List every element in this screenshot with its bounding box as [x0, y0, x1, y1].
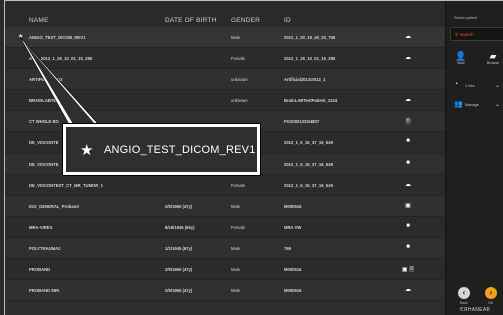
patient-name: BRAINLABTEST	[29, 98, 62, 104]
table-row[interactable]: IGG_GENERAL_Proband 2/9/1960 (47y) Male …	[5, 195, 445, 217]
patient-name: POLYTRAUMA2	[29, 245, 61, 251]
patient-dob: 1/1/1945 (67y)	[165, 245, 193, 251]
patient-id: 2012_1_6_15_37_16_549	[284, 140, 333, 146]
patient-gender: Male	[231, 245, 241, 251]
patient-dob: 2/9/1960 (47y)	[165, 267, 193, 273]
callout-patient-name: ANGIO_TEST_DICOM_REV1	[104, 144, 256, 156]
table-row[interactable]: PROBAND 2/9/1960 (47y) Male M000516 ▣ 🗎	[5, 259, 445, 281]
patient-id: 2012_1_20_16_40_20_756	[284, 35, 336, 40]
cloud-icon: ☁	[405, 181, 411, 188]
manage-dropdown[interactable]: 👥 Manage ⌄	[454, 100, 502, 110]
browse-button-label: Browse	[487, 61, 499, 65]
side-panel: Select patient ⚲ Search 👤 New ▰ Browse ◔…	[445, 1, 503, 315]
table-row[interactable]: MRA-VIRES 8/18/1946 (65y) Female MRA VW …	[5, 216, 445, 238]
patient-id: MRA VW	[284, 224, 302, 230]
patient-name: ANGIO_TEST_DICOM_REV1	[29, 35, 86, 40]
cloud-icon: ☁	[405, 287, 411, 294]
side-panel-label: Select patient	[454, 16, 478, 20]
search-text: Search	[459, 32, 474, 37]
patient-name: IGG_GENERAL_Proband	[29, 203, 79, 209]
patient-gender: Male	[231, 288, 241, 294]
table-row[interactable]: BRAINLABTEST unknown BrainLABTestPatient…	[5, 90, 445, 112]
star-icon: ★	[80, 142, 94, 159]
table-row[interactable]: DE_VISCONTEST_CT_MR_TUMOR_1 Female 2012_…	[5, 174, 445, 196]
patient-name: DE_VISCONTEST_CT_MR_TUMOR_1	[29, 182, 103, 188]
next-button-label: OK	[488, 301, 494, 305]
patient-id: 2012_1_6_15_37_16_549	[284, 182, 333, 188]
patient-gender: Male	[231, 267, 241, 273]
patient-id: 2012_1_6_15_37_16_549	[284, 161, 333, 167]
cloud-icon: ☁	[405, 97, 411, 104]
patient-id: Artificial2012ct012_1	[284, 77, 326, 83]
folder-icon: ▰	[489, 51, 497, 61]
star-icon[interactable]: ★	[18, 33, 23, 40]
table-row[interactable]: POLYTRAUMA2 1/1/1945 (67y) Male 769 ■	[5, 237, 445, 260]
people-icon: 👥	[454, 101, 463, 108]
cloud-icon: ☁	[405, 55, 411, 62]
table-row[interactable]: AN__ 2012_1_26_10_01_15_285 Female 2012_…	[5, 48, 445, 70]
patient-name: AN__ 2012_1_26_10_01_15_285	[29, 56, 93, 62]
patient-name: ARTIFICIA_ 2012	[29, 77, 63, 83]
patient-id: 2012_1_26_10_01_15_285	[284, 56, 336, 62]
series-icon: ■	[406, 159, 410, 166]
patient-id: 769	[284, 245, 291, 251]
filter-dropdown-value: 1 Sec	[465, 84, 475, 88]
patient-gender: Male	[231, 203, 241, 209]
table-row[interactable]: ★ ANGIO_TEST_DICOM_REV1 Male 2012_1_20_1…	[5, 27, 445, 49]
patient-dob: 8/18/1946 (65y)	[165, 224, 195, 230]
patient-gender: Male	[231, 35, 241, 40]
back-button[interactable]: ‹	[458, 287, 470, 299]
browse-button[interactable]: ▰ Browse	[484, 51, 502, 65]
column-header-id[interactable]: ID	[284, 17, 291, 24]
search-input[interactable]: ⚲ Search	[450, 27, 503, 41]
next-arrow-icon: ›	[489, 288, 493, 297]
next-button[interactable]: ›	[485, 287, 497, 299]
document-icon: 🗎	[405, 119, 411, 126]
back-arrow-icon: ‹	[462, 288, 466, 297]
new-button-label: New	[457, 61, 465, 65]
column-header-name[interactable]: NAME	[29, 17, 49, 24]
patient-id: M000516	[284, 203, 302, 209]
manage-dropdown-value: Manage	[465, 103, 479, 107]
patient-id: BrainLABTestPatient_1234	[284, 98, 338, 104]
patient-gender: unknown	[231, 98, 248, 104]
patient-id: M000516	[284, 267, 302, 273]
chevron-down-icon: ⌄	[494, 102, 500, 108]
folder-icon: ▣	[405, 202, 411, 209]
patient-name: PROBAND MRI	[29, 288, 60, 294]
column-header-gender[interactable]: GENDER	[231, 17, 260, 24]
brand-footer: ЄЯHANEAB	[460, 307, 491, 313]
patient-name: PROBAND	[29, 267, 51, 273]
series-icon: ■	[406, 243, 410, 250]
cloud-icon: ☁	[405, 34, 411, 40]
patient-dob: 2/9/1960 (47y)	[165, 203, 193, 209]
patient-gender: unknown	[231, 77, 248, 83]
patient-dob: 2/9/1960 (47y)	[165, 288, 193, 294]
back-button-label: Back	[460, 301, 468, 305]
table-row[interactable]: ARTIFICIA_ 2012 unknown Artificial2012ct…	[5, 69, 445, 91]
series-icon: ■	[406, 222, 410, 229]
folder-icon: ▣ 🗎	[401, 267, 415, 274]
patient-id: M000516	[284, 288, 302, 294]
zoom-callout: ★ ANGIO_TEST_DICOM_REV1	[63, 124, 260, 175]
patient-gender: Female	[231, 224, 245, 230]
table-row[interactable]: PROBAND MRI 2/9/1960 (47y) Male M000516 …	[5, 280, 445, 302]
table-header: NAME DATE OF BIRTH GENDER ID	[5, 1, 445, 27]
person-icon: 👤	[455, 51, 467, 61]
new-button[interactable]: 👤 New	[454, 51, 468, 65]
chevron-down-icon: ⌄	[494, 83, 500, 89]
patient-name: MRA-VIRES	[29, 224, 53, 230]
patient-gender: Female	[231, 182, 245, 188]
patient-id: PG20001233I4807	[284, 119, 320, 125]
clock-icon: ◔	[454, 81, 459, 88]
filter-dropdown[interactable]: ◔ 1 Sec ⌄	[454, 81, 502, 91]
series-icon: ■	[406, 138, 410, 145]
patient-gender: Female	[231, 56, 245, 62]
column-header-dob[interactable]: DATE OF BIRTH	[165, 17, 216, 24]
